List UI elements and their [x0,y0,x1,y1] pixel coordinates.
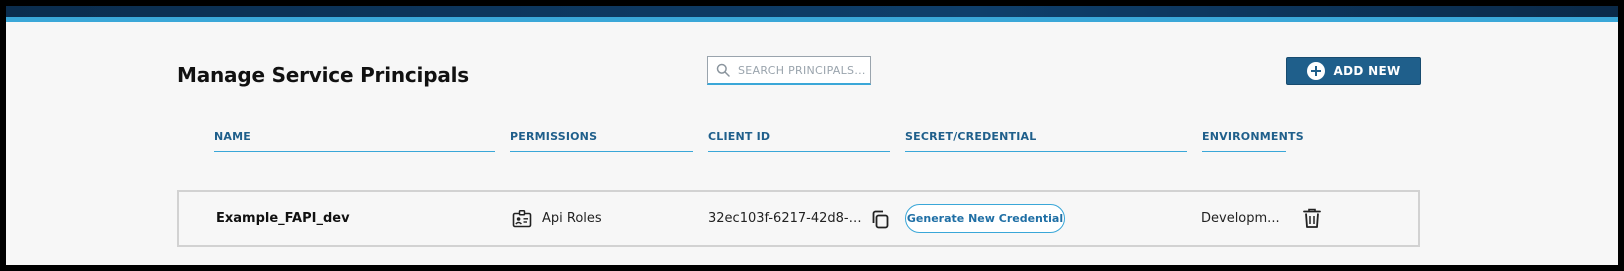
top-bar [6,6,1618,17]
client-id-cell: 32ec103f-6217-42d8-9c... [708,192,890,245]
search-icon [716,63,730,77]
environments-cell: Developm... [1201,192,1281,245]
search-box[interactable] [707,56,871,85]
column-header-name[interactable]: NAME [214,128,495,152]
environments-value: Developm... [1201,211,1280,226]
column-header-secret[interactable]: SECRET/CREDENTIAL [905,128,1187,152]
copy-icon[interactable] [870,209,890,229]
trash-icon[interactable] [1302,207,1322,229]
column-header-environments[interactable]: ENVIRONMENTS [1202,128,1304,152]
permissions-label: Api Roles [542,211,602,226]
search-input[interactable] [738,63,868,77]
app-frame: Manage Service Principals ADD NEW NAME P… [6,6,1618,265]
generate-credential-button[interactable]: Generate New Credential [905,204,1065,233]
table-row: Example_FAPI_dev Api Roles 32ec103f-6217… [177,190,1420,247]
add-new-button[interactable]: ADD NEW [1286,57,1421,85]
client-id-value: 32ec103f-6217-42d8-9c... [708,211,866,226]
add-new-label: ADD NEW [1333,64,1401,78]
permissions-cell[interactable]: Api Roles [512,192,602,245]
column-header-permissions[interactable]: PERMISSIONS [510,128,693,152]
top-bar-accent [6,17,1618,22]
principal-name: Example_FAPI_dev [216,211,350,226]
column-header-client-id[interactable]: CLIENT ID [708,128,890,152]
page-title: Manage Service Principals [177,63,469,87]
plus-circle-icon [1306,62,1325,80]
id-badge-icon [512,209,532,229]
